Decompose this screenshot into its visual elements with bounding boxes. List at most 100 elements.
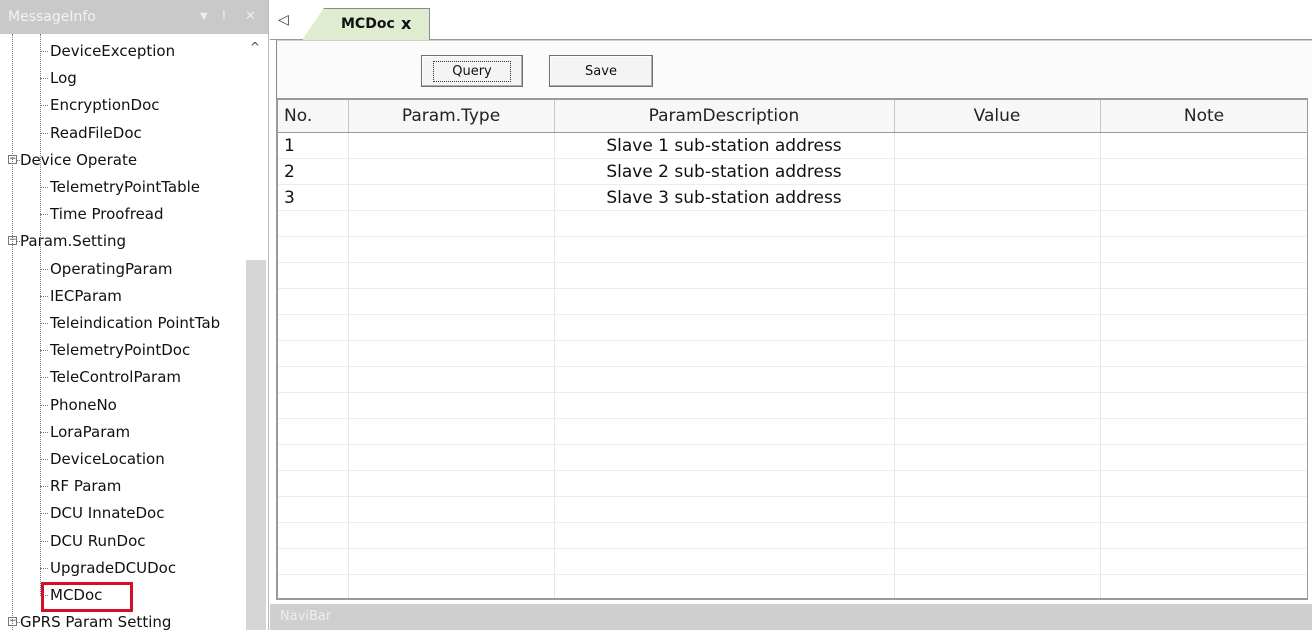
cell-value[interactable] bbox=[894, 444, 1101, 471]
cell-param-type[interactable] bbox=[348, 132, 555, 159]
cell-param-type[interactable] bbox=[348, 158, 555, 185]
cell-param-description[interactable] bbox=[554, 392, 895, 419]
cell-no[interactable] bbox=[278, 262, 349, 289]
column-header-note[interactable]: Note bbox=[1100, 100, 1307, 133]
cell-param-type[interactable] bbox=[348, 522, 555, 549]
table-row[interactable] bbox=[278, 444, 1307, 471]
cell-note[interactable] bbox=[1100, 470, 1307, 497]
cell-param-description[interactable] bbox=[554, 210, 895, 237]
cell-no[interactable] bbox=[278, 392, 349, 419]
cell-param-description[interactable] bbox=[554, 470, 895, 497]
cell-param-type[interactable] bbox=[348, 496, 555, 523]
cell-param-type[interactable] bbox=[348, 548, 555, 575]
cell-note[interactable] bbox=[1100, 132, 1307, 159]
tab-close-icon[interactable]: x bbox=[401, 14, 411, 33]
cell-note[interactable] bbox=[1100, 314, 1307, 341]
cell-no[interactable]: 2 bbox=[278, 158, 349, 185]
cell-param-type[interactable] bbox=[348, 262, 555, 289]
cell-param-description[interactable] bbox=[554, 314, 895, 341]
cell-note[interactable] bbox=[1100, 158, 1307, 185]
table-row[interactable] bbox=[278, 522, 1307, 549]
cell-value[interactable] bbox=[894, 158, 1101, 185]
table-row[interactable] bbox=[278, 340, 1307, 367]
table-row[interactable] bbox=[278, 548, 1307, 575]
cell-value[interactable] bbox=[894, 548, 1101, 575]
cell-param-description[interactable] bbox=[554, 548, 895, 575]
cell-no[interactable] bbox=[278, 444, 349, 471]
tree-item[interactable]: Device Operate bbox=[20, 147, 137, 173]
cell-value[interactable] bbox=[894, 366, 1101, 393]
cell-param-type[interactable] bbox=[348, 236, 555, 263]
cell-note[interactable] bbox=[1100, 496, 1307, 523]
cell-value[interactable] bbox=[894, 418, 1101, 445]
cell-value[interactable] bbox=[894, 340, 1101, 367]
cell-note[interactable] bbox=[1100, 444, 1307, 471]
cell-no[interactable] bbox=[278, 314, 349, 341]
tree-item[interactable]: Teleindication PointTab bbox=[50, 310, 220, 336]
cell-param-description[interactable] bbox=[554, 444, 895, 471]
cell-param-type[interactable] bbox=[348, 574, 555, 598]
cell-no[interactable] bbox=[278, 236, 349, 263]
table-row[interactable] bbox=[278, 236, 1307, 263]
close-icon[interactable]: ✕ bbox=[245, 0, 256, 34]
table-row[interactable] bbox=[278, 288, 1307, 315]
cell-value[interactable] bbox=[894, 314, 1101, 341]
cell-note[interactable] bbox=[1100, 262, 1307, 289]
cell-note[interactable] bbox=[1100, 522, 1307, 549]
cell-no[interactable] bbox=[278, 210, 349, 237]
cell-param-description[interactable]: Slave 3 sub-station address bbox=[554, 184, 895, 211]
table-row[interactable] bbox=[278, 366, 1307, 393]
tree-item[interactable]: EncryptionDoc bbox=[50, 92, 160, 118]
tab-mcdoc[interactable]: MCDoc x bbox=[302, 8, 430, 40]
cell-value[interactable] bbox=[894, 184, 1101, 211]
tree-item[interactable]: Log bbox=[50, 65, 77, 91]
table-row[interactable] bbox=[278, 470, 1307, 497]
cell-no[interactable] bbox=[278, 288, 349, 315]
cell-no[interactable] bbox=[278, 574, 349, 598]
cell-note[interactable] bbox=[1100, 574, 1307, 598]
cell-param-description[interactable] bbox=[554, 418, 895, 445]
cell-no[interactable] bbox=[278, 496, 349, 523]
cell-note[interactable] bbox=[1100, 288, 1307, 315]
cell-param-description[interactable] bbox=[554, 288, 895, 315]
table-row[interactable] bbox=[278, 210, 1307, 237]
cell-param-type[interactable] bbox=[348, 392, 555, 419]
tree-item[interactable]: LoraParam bbox=[50, 419, 130, 445]
cell-value[interactable] bbox=[894, 262, 1101, 289]
table-row[interactable] bbox=[278, 314, 1307, 341]
cell-param-type[interactable] bbox=[348, 470, 555, 497]
cell-param-description[interactable]: Slave 1 sub-station address bbox=[554, 132, 895, 159]
cell-no[interactable] bbox=[278, 522, 349, 549]
cell-note[interactable] bbox=[1100, 184, 1307, 211]
table-row[interactable] bbox=[278, 418, 1307, 445]
tree-item[interactable]: UpgradeDCUDoc bbox=[50, 555, 176, 581]
cell-no[interactable]: 3 bbox=[278, 184, 349, 211]
cell-param-description[interactable] bbox=[554, 496, 895, 523]
tree-item[interactable]: DeviceException bbox=[50, 38, 175, 64]
cell-note[interactable] bbox=[1100, 418, 1307, 445]
table-row[interactable] bbox=[278, 262, 1307, 289]
cell-value[interactable] bbox=[894, 470, 1101, 497]
cell-param-type[interactable] bbox=[348, 210, 555, 237]
cell-value[interactable] bbox=[894, 132, 1101, 159]
cell-note[interactable] bbox=[1100, 210, 1307, 237]
cell-note[interactable] bbox=[1100, 548, 1307, 575]
column-header-param-type[interactable]: Param.Type bbox=[348, 100, 555, 133]
cell-param-type[interactable] bbox=[348, 288, 555, 315]
cell-param-description[interactable] bbox=[554, 262, 895, 289]
cell-param-description[interactable] bbox=[554, 522, 895, 549]
column-header-no[interactable]: No. bbox=[278, 100, 349, 133]
query-button[interactable]: Query bbox=[421, 55, 523, 87]
tab-scroll-left-icon[interactable]: ◁ bbox=[278, 12, 289, 28]
cell-no[interactable] bbox=[278, 548, 349, 575]
cell-note[interactable] bbox=[1100, 236, 1307, 263]
tree-item[interactable]: RF Param bbox=[50, 473, 121, 499]
cell-value[interactable] bbox=[894, 496, 1101, 523]
tree-item[interactable]: ReadFileDoc bbox=[50, 120, 142, 146]
column-header-param-description[interactable]: ParamDescription bbox=[554, 100, 895, 133]
tree-item[interactable]: Time Proofread bbox=[50, 201, 164, 227]
tree-item[interactable]: TeleControlParam bbox=[50, 364, 181, 390]
cell-param-description[interactable] bbox=[554, 340, 895, 367]
tree-scrollbar[interactable]: ^ bbox=[244, 34, 268, 630]
tree-item[interactable]: TelemetryPointTable bbox=[50, 174, 200, 200]
